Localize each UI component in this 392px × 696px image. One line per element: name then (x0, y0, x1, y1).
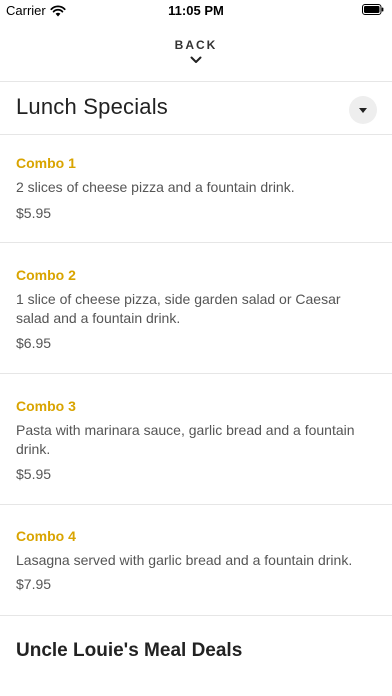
item-name: Combo 2 (16, 267, 76, 283)
chevron-down-icon (190, 56, 202, 63)
item-name: Combo 4 (16, 528, 76, 544)
back-label: BACK (174, 38, 218, 52)
item-price: $6.95 (16, 335, 52, 351)
caret-down-icon (359, 107, 367, 113)
clock: 11:05 PM (168, 3, 224, 18)
section-header: Lunch Specials (0, 82, 392, 134)
battery-icon (362, 4, 384, 15)
menu-item-combo-3[interactable]: Combo 3 Pasta with marinara sauce, garli… (0, 374, 392, 504)
menu-item-combo-1[interactable]: Combo 1 2 slices of cheese pizza and a f… (0, 135, 392, 242)
section-dropdown-button[interactable] (349, 96, 377, 124)
item-description: 2 slices of cheese pizza and a fountain … (16, 179, 295, 195)
item-description: 1 slice of cheese pizza, side garden sal… (16, 291, 341, 326)
item-price: $5.95 (16, 205, 52, 221)
item-description: Lasagna served with garlic bread and a f… (16, 552, 353, 568)
section-title-meal-deals: Uncle Louie's Meal Deals (16, 640, 243, 661)
item-description: Pasta with marinara sauce, garlic bread … (16, 422, 355, 457)
item-name: Combo 1 (16, 155, 76, 171)
back-button[interactable]: BACK (0, 34, 392, 74)
item-price: $7.95 (16, 576, 52, 592)
menu-item-combo-4[interactable]: Combo 4 Lasagna served with garlic bread… (0, 505, 392, 615)
item-price: $5.95 (16, 466, 52, 482)
section-title: Lunch Specials (16, 94, 169, 119)
status-bar: Carrier 11:05 PM (0, 0, 392, 22)
menu-item-combo-2[interactable]: Combo 2 1 slice of cheese pizza, side ga… (0, 243, 392, 373)
item-name: Combo 3 (16, 398, 76, 414)
divider (0, 615, 392, 616)
